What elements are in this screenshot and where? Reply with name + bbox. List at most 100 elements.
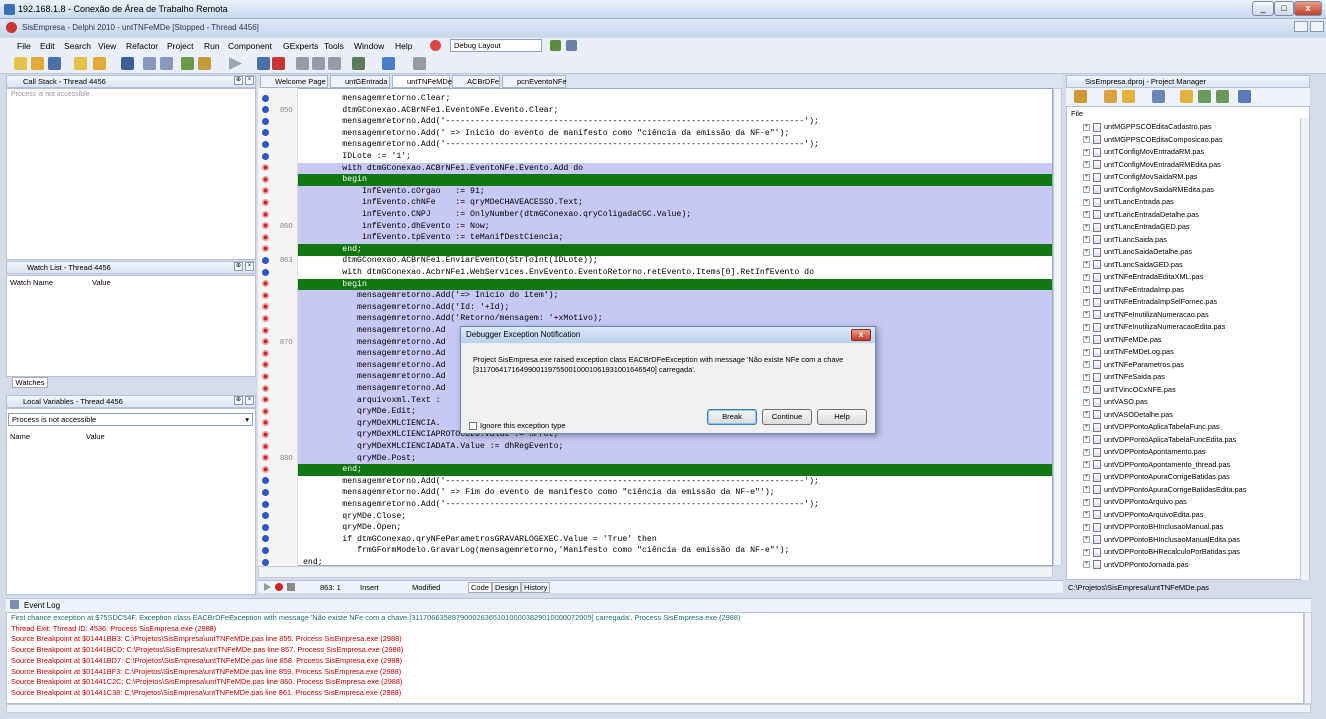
expand-icon[interactable]: + bbox=[1083, 548, 1090, 556]
pm-file-item[interactable]: + untTLancEntrada.pas bbox=[1083, 196, 1174, 209]
pm-file-item[interactable]: + untVDPPontoBHRecalculoPorBatidas.pas bbox=[1083, 546, 1240, 559]
editor-vscrollbar[interactable] bbox=[1053, 88, 1062, 566]
pm-file-item[interactable]: + untVDPPontoApuraCorrigeBatidasEdita.pas bbox=[1083, 484, 1246, 497]
executable-line-icon[interactable] bbox=[262, 152, 269, 160]
pm-file-item[interactable]: + untTNFeMDeLog.pas bbox=[1083, 346, 1174, 359]
pm-file-item[interactable]: + untVDPPontoJornada.pas bbox=[1083, 559, 1188, 572]
new-icon[interactable] bbox=[14, 57, 27, 70]
code-line[interactable]: infEvento.tpEvento := teManifDestCiencia… bbox=[259, 232, 1052, 245]
expand-icon[interactable]: + bbox=[1083, 348, 1090, 356]
expand-icon[interactable]: + bbox=[1083, 498, 1090, 506]
code-line[interactable]: mensagemretorno.Add('-------------------… bbox=[259, 116, 1052, 128]
pm-file-item[interactable]: + untTNFeMDe.pas bbox=[1083, 334, 1162, 347]
menu-project[interactable]: Project bbox=[167, 41, 193, 51]
code-line[interactable]: IDLote := '1'; bbox=[259, 151, 1052, 163]
pm-file-item[interactable]: + untTVincOCxNFE.pas bbox=[1083, 384, 1176, 397]
code-line[interactable]: with dtmGConexao.AcbrNFe1.WebServices.En… bbox=[259, 267, 1052, 279]
tab-untgentrada[interactable]: untGEntrada bbox=[330, 75, 390, 88]
expand-icon[interactable]: + bbox=[1083, 448, 1090, 456]
code-line[interactable]: mensagemretorno.Add('-------------------… bbox=[259, 499, 1052, 511]
eventlog-line[interactable]: Source Breakpoint at $01441BD7: C:\Proje… bbox=[7, 656, 1303, 667]
pause-icon[interactable] bbox=[257, 57, 270, 70]
remove-file-icon[interactable] bbox=[198, 57, 211, 70]
pm-file-item[interactable]: + untTNFeInutilizaNumeracao.pas bbox=[1083, 309, 1209, 322]
watch-col-value[interactable]: Value bbox=[92, 278, 111, 287]
menu-window[interactable]: Window bbox=[354, 41, 384, 51]
eventlog-line[interactable]: Source Breakpoint at $01441BF3: C:\Proje… bbox=[7, 667, 1303, 678]
breakpoint-icon[interactable] bbox=[262, 245, 269, 253]
breakpoint-icon[interactable] bbox=[262, 384, 269, 392]
breakpoint-icon[interactable] bbox=[262, 280, 269, 288]
close-icon[interactable]: × bbox=[245, 76, 254, 85]
expand-icon[interactable]: + bbox=[1083, 436, 1090, 444]
expand-icon[interactable]: + bbox=[1083, 198, 1090, 206]
pm-file-item[interactable]: + untVASO.pas bbox=[1083, 396, 1148, 409]
code-line[interactable]: mensagemretorno.Add('-------------------… bbox=[259, 139, 1052, 151]
pm-file-item[interactable]: + untTLancSaidaDetalhe.pas bbox=[1083, 246, 1192, 259]
breakpoint-icon[interactable] bbox=[262, 175, 269, 183]
pm-file-item[interactable]: + untTLancSaida.pas bbox=[1083, 234, 1167, 247]
step-over-icon[interactable] bbox=[312, 57, 325, 70]
continue-button[interactable]: Continue bbox=[762, 409, 812, 425]
pm-file-item[interactable]: + untVDPPontoApontamento_thread.pas bbox=[1083, 459, 1230, 472]
open-folder-icon[interactable] bbox=[1122, 90, 1135, 103]
menu-run[interactable]: Run bbox=[204, 41, 220, 51]
expand-icon[interactable]: + bbox=[1083, 173, 1090, 181]
save-all-icon[interactable] bbox=[48, 57, 61, 70]
paste-icon[interactable] bbox=[160, 57, 173, 70]
menu-tools[interactable]: Tools bbox=[324, 41, 344, 51]
expand-icon[interactable]: + bbox=[1083, 261, 1090, 269]
desktop-layout-combo[interactable]: Debug Layout bbox=[450, 39, 542, 52]
expand-icon[interactable]: + bbox=[1083, 311, 1090, 319]
code-line[interactable]: if dtmGConexao.qryNFeParametrosGRAVARLOG… bbox=[259, 534, 1052, 546]
executable-line-icon[interactable] bbox=[262, 535, 269, 543]
expand-icon[interactable]: + bbox=[1083, 136, 1090, 144]
breakpoint-icon[interactable] bbox=[262, 187, 269, 195]
pm-file-item[interactable]: + untMGPPSCOEditaComposicao.pas bbox=[1083, 134, 1222, 147]
menu-search[interactable]: Search bbox=[64, 41, 91, 51]
watch-col-name[interactable]: Watch Name bbox=[10, 278, 53, 287]
pm-file-item[interactable]: + untVDPPontoArquivoEdita.pas bbox=[1083, 509, 1203, 522]
expand-icon[interactable]: + bbox=[1083, 361, 1090, 369]
tab-design[interactable]: Design bbox=[492, 582, 522, 593]
ide-restore-button[interactable] bbox=[1294, 21, 1308, 32]
expand-icon[interactable]: + bbox=[1083, 411, 1090, 419]
expand-icon[interactable]: + bbox=[1083, 236, 1090, 244]
code-line[interactable]: mensagemretorno.Add('-------------------… bbox=[259, 476, 1052, 488]
breakpoint-icon[interactable] bbox=[262, 222, 269, 230]
code-line[interactable]: qryMDeXMLCIENCIADATA.Value := dhRegEvent… bbox=[259, 441, 1052, 453]
editor-gutter[interactable]: 850 860 863 870 880 bbox=[258, 88, 298, 566]
executable-line-icon[interactable] bbox=[262, 140, 269, 148]
pm-file-item[interactable]: + untTLancSaidaGED.pas bbox=[1083, 259, 1183, 272]
status-run-icon[interactable] bbox=[264, 583, 271, 591]
breakpoint-icon[interactable] bbox=[262, 164, 269, 172]
expand-icon[interactable]: + bbox=[1083, 473, 1090, 481]
expand-icon[interactable]: + bbox=[1083, 561, 1090, 569]
open-project-icon[interactable] bbox=[93, 57, 106, 70]
code-line[interactable]: begin bbox=[259, 174, 1052, 187]
sync-icon[interactable] bbox=[1180, 90, 1193, 103]
code-line[interactable]: mensagemretorno.Clear; bbox=[259, 93, 1052, 105]
pin-icon[interactable]: ⊕ bbox=[234, 396, 243, 405]
breakpoint-icon[interactable] bbox=[262, 233, 269, 241]
pm-file-item[interactable]: + untVASODetalhe.pas bbox=[1083, 409, 1173, 422]
pm-file-item[interactable]: + untTConfigMovSaidaRM.pas bbox=[1083, 171, 1197, 184]
editor-hscrollbar[interactable] bbox=[258, 566, 1053, 578]
expand-icon[interactable]: + bbox=[1083, 298, 1090, 306]
eventlog-list[interactable]: First chance exception at $75SDC54F. Exc… bbox=[6, 612, 1304, 704]
save-icon[interactable] bbox=[121, 57, 134, 70]
executable-line-icon[interactable] bbox=[262, 546, 269, 554]
code-line[interactable]: with dtmGConexao.ACBrNFe1.EventoNFe.Even… bbox=[259, 162, 1052, 175]
expand-icon[interactable]: + bbox=[1083, 336, 1090, 344]
eventlog-line[interactable]: Source Breakpoint at $01441BB3: C:\Proje… bbox=[7, 634, 1303, 645]
executable-line-icon[interactable] bbox=[262, 500, 269, 508]
tab-acbrdfe[interactable]: ACBrDFe bbox=[452, 75, 500, 88]
eventlog-line[interactable]: First chance exception at $75SDC54F. Exc… bbox=[7, 613, 1303, 624]
pm-file-item[interactable]: + untVDPPontoAplicaTabelaFuncEdita.pas bbox=[1083, 434, 1236, 447]
pm-file-item[interactable]: + untVDPPontoBHInclusaoManual.pas bbox=[1083, 521, 1223, 534]
pm-file-item[interactable]: + untTNFeEntradaImpSelFornec.pas bbox=[1083, 296, 1217, 309]
stop-icon[interactable] bbox=[272, 57, 285, 70]
expand-icon[interactable]: + bbox=[1083, 273, 1090, 281]
pm-file-item[interactable]: + untMGPPSCOEditaCadastro.pas bbox=[1083, 121, 1211, 134]
code-line[interactable]: mensagemretorno.Add('Id: '+Id); bbox=[259, 301, 1052, 314]
